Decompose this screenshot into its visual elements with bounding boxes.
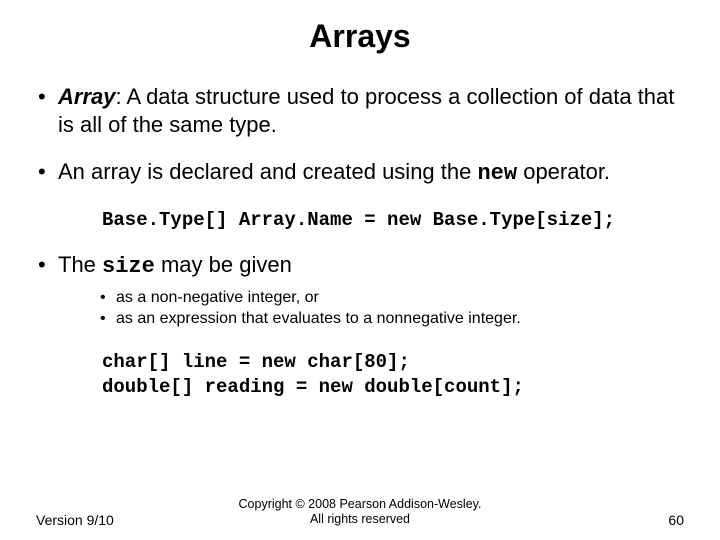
copyright-line-1: Copyright © 2008 Pearson Addison-Wesley. xyxy=(239,497,482,511)
keyword-new: new xyxy=(477,161,517,186)
bullet-1: Array: A data structure used to process … xyxy=(36,83,684,138)
version-label: Version 9/10 xyxy=(36,512,156,528)
copyright-line-2: All rights reserved xyxy=(310,512,410,526)
slide-title: Arrays xyxy=(36,18,684,55)
bullet-2: An array is declared and created using t… xyxy=(36,158,684,188)
code-example-2: double[] reading = new double[count]; xyxy=(102,376,524,398)
bullet-list: Array: A data structure used to process … xyxy=(36,83,684,188)
slide-footer: Version 9/10 Copyright © 2008 Pearson Ad… xyxy=(0,497,720,528)
sub-bullet-list: as a non-negative integer, or as an expr… xyxy=(100,287,684,330)
code-example-1: char[] line = new char[80]; xyxy=(102,351,410,373)
code-examples: char[] line = new char[80]; double[] rea… xyxy=(102,350,684,401)
keyword-size: size xyxy=(102,254,155,279)
bullet-list-2: The size may be given as a non-negative … xyxy=(36,251,684,330)
bullet-1-text: : A data structure used to process a col… xyxy=(58,84,674,137)
sub-bullet-1: as a non-negative integer, or xyxy=(100,287,684,309)
bullet-2-text-a: An array is declared and created using t… xyxy=(58,159,477,184)
code-declaration: Base.Type[] Array.Name = new Base.Type[s… xyxy=(102,208,684,234)
bullet-3-text-a: The xyxy=(58,252,102,277)
bullet-3: The size may be given as a non-negative … xyxy=(36,251,684,330)
term-array: Array xyxy=(58,84,115,109)
bullet-3-text-b: may be given xyxy=(155,252,292,277)
copyright: Copyright © 2008 Pearson Addison-Wesley.… xyxy=(156,497,564,528)
sub-bullet-2: as an expression that evaluates to a non… xyxy=(100,308,684,330)
bullet-2-text-b: operator. xyxy=(517,159,610,184)
page-number: 60 xyxy=(564,512,684,528)
